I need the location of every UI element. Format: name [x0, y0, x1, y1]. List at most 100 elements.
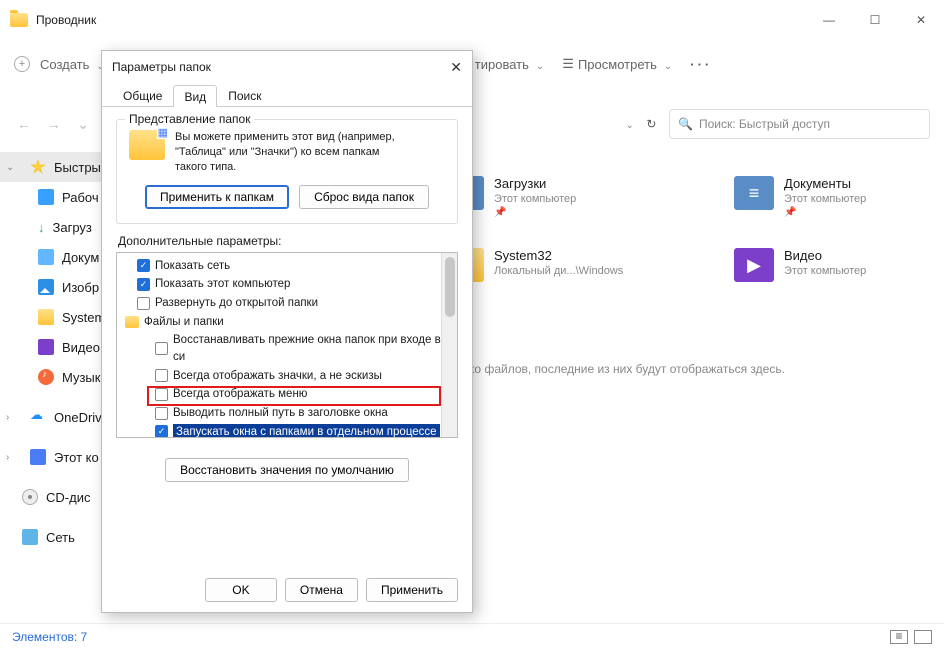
star-icon: [30, 159, 46, 175]
maximize-button[interactable]: ☐: [852, 4, 898, 36]
tree-item-full-path[interactable]: Выводить полный путь в заголовке окна: [119, 404, 455, 423]
dialog-title: Параметры папок: [112, 60, 211, 74]
tree-group-files-folders[interactable]: Файлы и папки: [119, 313, 455, 332]
window-title: Проводник: [36, 13, 96, 27]
sidebar-item-label: Быстры: [54, 160, 101, 175]
sidebar-item-label: Этот ко: [54, 450, 99, 465]
dialog-close-button[interactable]: ✕: [450, 59, 462, 76]
sort-button[interactable]: тировать: [475, 57, 545, 72]
reset-folders-button[interactable]: Сброс вида папок: [299, 185, 429, 209]
item-name: System32: [494, 248, 623, 263]
icons-view-button[interactable]: [914, 630, 932, 644]
cancel-button[interactable]: Отмена: [285, 578, 358, 602]
refresh-button[interactable]: ↻: [644, 117, 659, 131]
sidebar-item-label: System: [62, 310, 105, 325]
tree-item-separate-process[interactable]: Запускать окна с папками в отдельном про…: [119, 423, 455, 438]
chevron-down-icon: ⌄: [6, 162, 16, 173]
item-name: Документы: [784, 176, 866, 191]
document-icon: [38, 249, 54, 265]
plus-icon: +: [14, 56, 30, 72]
item-count: Элементов: 7: [12, 630, 87, 644]
scroll-thumb[interactable]: [445, 257, 455, 317]
view-label: Просмотреть: [578, 57, 657, 72]
apply-button[interactable]: Применить: [366, 578, 458, 602]
chevron-down-icon: [533, 57, 544, 72]
checkbox-checked[interactable]: [137, 259, 150, 272]
tree-item-show-thispc[interactable]: Показать этот компьютер: [119, 275, 455, 294]
checkbox-unchecked[interactable]: [155, 342, 168, 355]
sidebar-item-label: Видео: [62, 340, 100, 355]
advanced-settings-tree[interactable]: Показать сеть Показать этот компьютер Ра…: [116, 252, 458, 438]
tree-item-show-network[interactable]: Показать сеть: [119, 257, 455, 276]
scrollbar[interactable]: [441, 253, 457, 437]
tab-general[interactable]: Общие: [112, 84, 173, 106]
search-input[interactable]: 🔍 Поиск: Быстрый доступ: [669, 109, 930, 139]
checkbox-unchecked[interactable]: [155, 407, 168, 420]
close-button[interactable]: ✕: [898, 4, 944, 36]
item-location: Этот компьютер: [784, 193, 866, 205]
more-button[interactable]: ···: [690, 57, 712, 72]
tree-item-always-icons[interactable]: Всегда отображать значки, а не эскизы: [119, 367, 455, 386]
sidebar-item-label: Сеть: [46, 530, 75, 545]
tab-view[interactable]: Вид: [173, 85, 217, 107]
network-icon: [22, 529, 38, 545]
details-view-button[interactable]: [890, 630, 908, 644]
pin-icon: 📌: [784, 207, 866, 218]
restore-defaults-button[interactable]: Восстановить значения по умолчанию: [165, 458, 409, 482]
pc-icon: [30, 449, 46, 465]
groupbox-legend: Представление папок: [125, 112, 254, 126]
checkbox-unchecked[interactable]: [137, 297, 150, 310]
chevron-right-icon: ›: [6, 452, 16, 463]
desktop-icon: [38, 189, 54, 205]
sidebar-item-label: OneDriv: [54, 410, 102, 425]
apply-to-folders-button[interactable]: Применить к папкам: [145, 185, 289, 209]
sidebar-item-label: CD-дис: [46, 490, 90, 505]
cd-icon: [22, 489, 38, 505]
dialog-titlebar: Параметры папок ✕: [102, 51, 472, 83]
recent-button[interactable]: ⌄: [73, 116, 93, 133]
sidebar-item-label: Загруз: [53, 220, 92, 235]
dialog-footer: OK Отмена Применить: [205, 578, 458, 602]
create-button[interactable]: + Создать: [14, 56, 105, 72]
folder-icon: [125, 316, 139, 328]
checkbox-checked[interactable]: [137, 278, 150, 291]
chevron-right-icon: ›: [6, 412, 16, 423]
view-icon: ☰: [562, 56, 574, 72]
video-icon: [38, 339, 54, 355]
checkbox-checked[interactable]: [155, 425, 168, 437]
tree-item-expand-open[interactable]: Развернуть до открытой папки: [119, 294, 455, 313]
sidebar-item-label: Изобр: [62, 280, 99, 295]
folder-item-documents[interactable]: ≡ Документы Этот компьютер 📌: [734, 176, 924, 218]
search-icon: 🔍: [678, 117, 693, 131]
checkbox-unchecked[interactable]: [155, 388, 168, 401]
checkbox-unchecked[interactable]: [155, 369, 168, 382]
forward-button[interactable]: →: [44, 116, 64, 132]
tree-item-always-menu[interactable]: Всегда отображать меню: [119, 385, 455, 404]
item-location: Локальный ди...\Windows: [494, 265, 623, 277]
music-icon: [38, 369, 54, 385]
back-button[interactable]: ←: [14, 116, 34, 132]
dialog-tabs: Общие Вид Поиск: [102, 83, 472, 107]
item-location: Этот компьютер: [784, 265, 866, 277]
folder-large-icon: [129, 130, 165, 160]
video-folder-icon: ▶: [734, 248, 774, 282]
view-button[interactable]: ☰ Просмотреть: [562, 56, 672, 72]
recent-files-hint: колько файлов, последние из них будут от…: [444, 362, 924, 376]
sort-label-fragment: тировать: [475, 57, 529, 72]
groupbox-description: Вы можете применить этот вид (например, …: [175, 130, 395, 175]
download-icon: ↓: [38, 220, 45, 235]
pin-icon: 📌: [494, 207, 576, 218]
app-folder-icon: [10, 13, 28, 27]
sidebar-item-label: Музык: [62, 370, 100, 385]
tab-search[interactable]: Поиск: [217, 84, 272, 106]
tree-item-restore-windows[interactable]: Восстанавливать прежние окна папок при в…: [119, 331, 455, 366]
folder-options-dialog: Параметры папок ✕ Общие Вид Поиск Предст…: [101, 50, 473, 613]
folder-item-video[interactable]: ▶ Видео Этот компьютер: [734, 248, 924, 282]
minimize-button[interactable]: —: [806, 4, 852, 36]
ok-button[interactable]: OK: [205, 578, 277, 602]
cloud-icon: [30, 409, 46, 425]
status-bar: Элементов: 7: [0, 623, 944, 649]
folder-views-groupbox: Представление папок Вы можете применить …: [116, 119, 458, 224]
address-dropdown[interactable]: [623, 117, 634, 131]
chevron-down-icon: [661, 57, 672, 72]
